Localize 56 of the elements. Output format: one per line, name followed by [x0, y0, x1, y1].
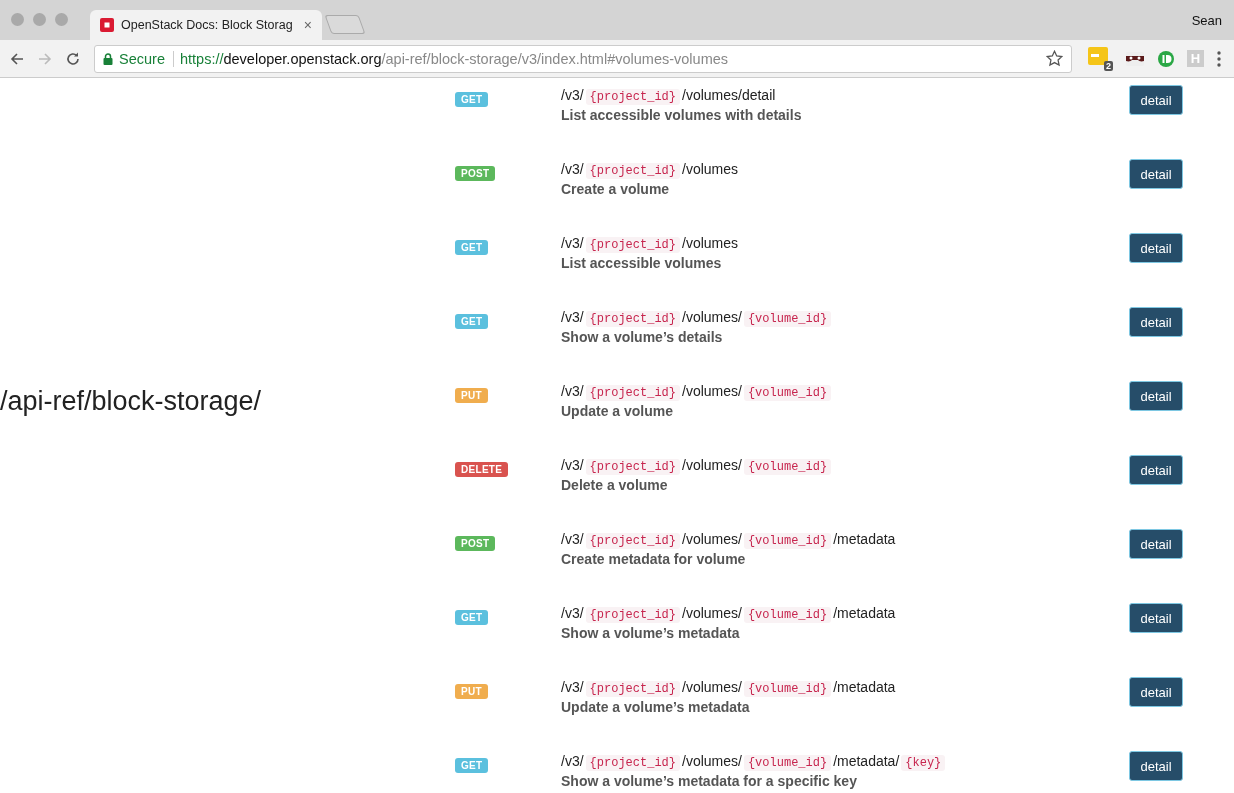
endpoint-summary: Delete a volume [561, 477, 669, 493]
detail-button[interactable]: detail [1129, 381, 1183, 411]
detail-button[interactable]: detail [1129, 455, 1183, 485]
endpoint-path: /v3/ {project_id} /volumes/detail [561, 86, 777, 107]
endpoint-path: /v3/ {project_id} /volumes/ {volume_id} /metadata [561, 678, 897, 699]
method-badge: POST [455, 166, 496, 181]
detail-button[interactable]: detail [1129, 751, 1183, 781]
endpoint-summary: Create a volume [561, 181, 671, 197]
method-badge: DELETE [455, 462, 509, 477]
endpoint-path: /v3/ {project_id} /volumes [561, 234, 740, 255]
endpoint-path: /v3/ {project_id} /volumes/ {volume_id} [561, 381, 1129, 403]
method-badge: GET [455, 758, 489, 773]
endpoint-path: /v3/ {project_id} /volumes [561, 160, 740, 181]
menu-icon[interactable] [1216, 49, 1222, 68]
method-badge: GET [455, 314, 489, 329]
endpoint-summary: List accessible volumes with details [561, 107, 803, 123]
endpoint-summary: Show a volume’s details [561, 329, 724, 345]
address-bar[interactable]: Secure https://developer.openstack.org/api-ref/block-storage/v3/index.html#volumes-volumes [94, 44, 1072, 73]
new-tab-button[interactable] [324, 15, 366, 34]
endpoint-path: /v3/ {project_id} /volumes/ {volume_id} /metadata [561, 604, 897, 625]
method-badge: PUT [455, 684, 488, 699]
browser-tab[interactable]: OpenStack Docs: Block Storag × [90, 10, 322, 40]
method-badge: GET [455, 610, 489, 625]
secure-label: Secure [119, 50, 174, 67]
method-badge: POST [455, 536, 496, 551]
close-window-icon[interactable] [11, 13, 24, 26]
detail-button[interactable]: detail [1129, 603, 1183, 633]
endpoint-summary: Update a volume [561, 403, 675, 419]
method-badge: GET [455, 240, 489, 255]
favicon-icon [100, 18, 114, 32]
endpoint-path: /v3/ {project_id} /volumes/ {volume_id} [561, 307, 1129, 329]
star-icon[interactable] [1046, 50, 1063, 67]
endpoint-summary: List accessible volumes [561, 255, 723, 271]
method-badge: PUT [455, 388, 488, 403]
endpoint-summary: Show a volume’s metadata [561, 625, 741, 641]
url-text: https://developer.openstack.org/api-ref/block-storage/v3/index.html#volumes-volumes [179, 50, 730, 67]
close-tab-icon[interactable]: × [303, 17, 312, 33]
method-badge: GET [455, 92, 489, 107]
endpoint-summary: Update a volume’s metadata [561, 699, 751, 715]
endpoint-path: /v3/ {project_id} /volumes/ {volume_id} [561, 455, 1129, 477]
lock-icon [103, 52, 113, 65]
detail-button[interactable]: detail [1129, 677, 1183, 707]
detail-button[interactable]: detail [1129, 85, 1183, 115]
page-heading: /api-ref/block-storage/ [0, 386, 263, 417]
endpoint-path: /v3/ {project_id} /volumes/ {volume_id} /metadata/ {key} [561, 751, 1129, 773]
detail-button[interactable]: detail [1129, 159, 1183, 189]
endpoint-path: /v3/ {project_id} /volumes/ {volume_id} /metadata [561, 530, 897, 551]
profile-name[interactable]: Sean [1191, 13, 1222, 28]
detail-button[interactable]: detail [1129, 529, 1183, 559]
circle-logo-icon[interactable] [1157, 49, 1175, 68]
zoom-window-icon[interactable] [55, 13, 68, 26]
endpoint-summary: Show a volume’s metadata for a specific key [561, 773, 858, 789]
detail-button[interactable]: detail [1129, 233, 1183, 263]
endpoint-summary: Create metadata for volume [561, 551, 747, 567]
detail-button[interactable]: detail [1129, 307, 1183, 337]
minimize-window-icon[interactable] [33, 13, 46, 26]
